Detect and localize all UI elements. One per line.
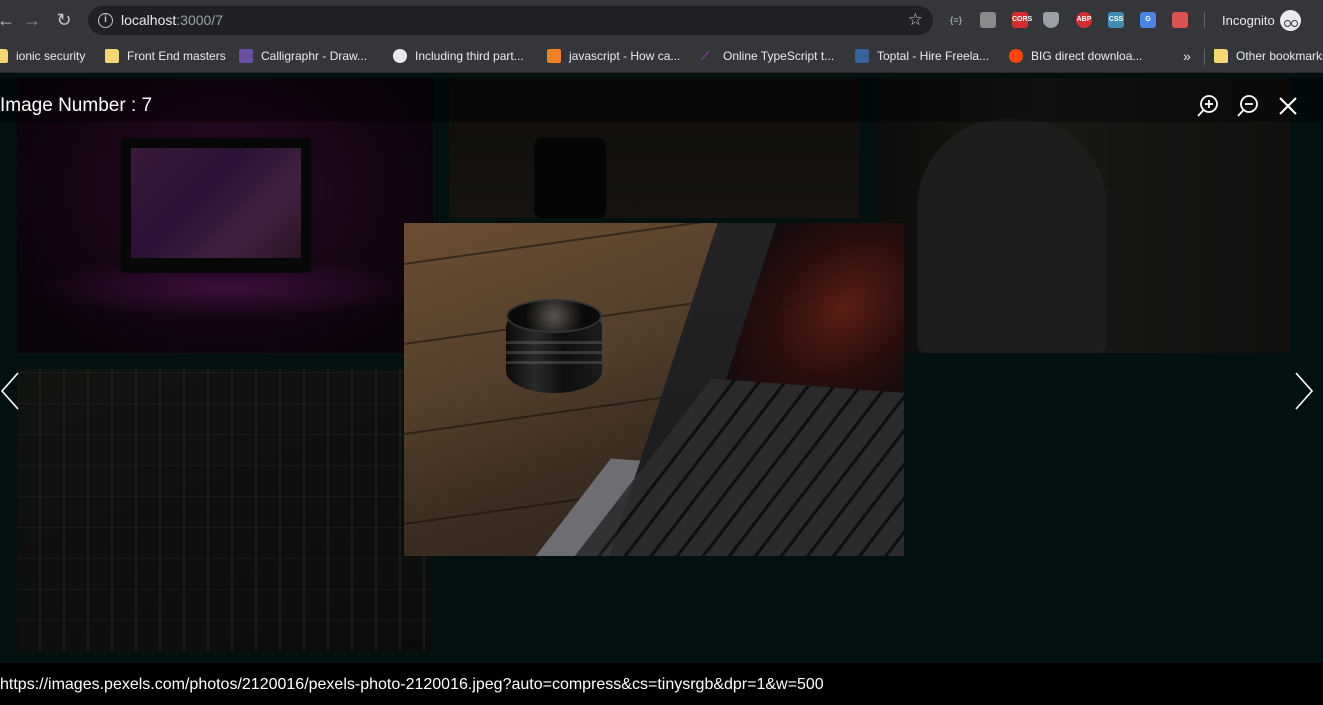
bookmark-reddit[interactable]: BIG direct downloa... (1009, 46, 1142, 66)
bookmark-calligraphr[interactable]: Calligraphr - Draw... (239, 46, 367, 66)
monitor-shape (121, 138, 311, 273)
bookmark-label: Other bookmarks (1236, 49, 1323, 63)
lens-shape (534, 138, 606, 218)
back-arrow-icon[interactable]: ← (0, 8, 18, 32)
screenshot-extension-icon[interactable] (1172, 12, 1188, 28)
bookmark-label: Online TypeScript t... (723, 49, 835, 63)
bookmarks-divider (1204, 49, 1205, 65)
bookmark-label: Toptal - Hire Freela... (877, 49, 990, 63)
bookmarks-overflow-button[interactable]: » (1183, 46, 1191, 66)
bookmark-ionic-security[interactable]: ionic security (0, 46, 85, 66)
typescript-playground-icon: ⟋ (701, 49, 710, 63)
css-peeper-icon[interactable]: CSS (1108, 12, 1124, 28)
url-path: :3000/7 (176, 12, 223, 28)
bookmark-stackoverflow[interactable]: javascript - How ca... (547, 46, 680, 66)
gallery-page: Image Number : 7 (0, 73, 1323, 663)
bookmark-github[interactable]: Including third part... (393, 46, 524, 66)
gallery-thumbnail-circuit[interactable] (17, 369, 431, 651)
adblock-plus-icon[interactable]: ABP (1076, 12, 1092, 28)
folder-icon (0, 49, 8, 63)
bookmark-star-icon[interactable]: ☆ (908, 10, 923, 30)
address-bar[interactable]: i localhost:3000/7 ☆ (88, 6, 933, 35)
cors-extension-icon[interactable]: CORS (1012, 12, 1032, 28)
status-url: https://images.pexels.com/photos/2120016… (0, 676, 824, 693)
folder-icon (1214, 49, 1228, 63)
reddit-icon (1009, 49, 1023, 63)
lightbox-header: Image Number : 7 (0, 78, 1323, 122)
person-shape (917, 118, 1107, 353)
address-bar-url[interactable]: localhost:3000/7 (121, 12, 223, 28)
github-icon (393, 49, 407, 63)
stackoverflow-icon (547, 49, 561, 63)
status-bar: https://images.pexels.com/photos/2120016… (0, 663, 1323, 705)
bookmark-label: BIG direct downloa... (1031, 49, 1143, 63)
bookmark-label: javascript - How ca... (569, 49, 681, 63)
bookmark-label: Including third part... (415, 49, 524, 63)
zoom-in-icon[interactable] (1196, 94, 1220, 118)
browser-toolbar: ← → ↻ i localhost:3000/7 ☆ {≡} CORS ABP … (0, 0, 1323, 40)
url-host: localhost (121, 12, 177, 28)
bookmark-label: Calligraphr - Draw... (261, 49, 368, 63)
calligraphr-icon (239, 49, 253, 63)
bookmark-label: Front End masters (127, 49, 226, 63)
lens-ridge (506, 361, 602, 364)
next-image-arrow-icon[interactable] (1290, 371, 1314, 411)
bookmarks-bar: ionic security Front End masters Calligr… (0, 40, 1323, 73)
google-translate-icon[interactable]: G (1140, 12, 1156, 28)
image-number-title: Image Number : 7 (0, 95, 153, 116)
bookmark-label: ionic security (16, 49, 86, 63)
other-bookmarks[interactable]: Other bookmarks (1214, 46, 1323, 66)
zoom-out-icon[interactable] (1236, 94, 1260, 118)
site-info-icon[interactable]: i (98, 13, 113, 28)
reload-icon[interactable]: ↻ (52, 8, 76, 32)
lens-ridge (506, 341, 602, 344)
bookmark-typescript[interactable]: ⟋ Online TypeScript t... (701, 46, 834, 66)
bookmark-toptal[interactable]: Toptal - Hire Freela... (855, 46, 989, 66)
incognito-icon[interactable] (1280, 10, 1301, 31)
forward-arrow-icon[interactable]: → (20, 8, 44, 32)
close-icon[interactable] (1276, 94, 1300, 118)
lens-glass (506, 299, 602, 333)
json-viewer-icon[interactable]: {≡} (948, 12, 964, 28)
folder-icon (105, 49, 119, 63)
toolbar-divider (1204, 12, 1205, 28)
incognito-label[interactable]: Incognito (1222, 13, 1275, 28)
bookmark-front-end-masters[interactable]: Front End masters (105, 46, 226, 66)
tab-extension-icon[interactable] (980, 12, 996, 28)
lightbox-main-image[interactable] (404, 223, 904, 556)
previous-image-arrow-icon[interactable] (0, 371, 24, 411)
toptal-icon (855, 49, 869, 63)
browser-menu-icon[interactable]: ⋮ (1316, 11, 1323, 31)
shield-extension-icon[interactable] (1043, 12, 1059, 28)
monitor-screen (131, 148, 301, 258)
lens-ridge (506, 351, 602, 354)
